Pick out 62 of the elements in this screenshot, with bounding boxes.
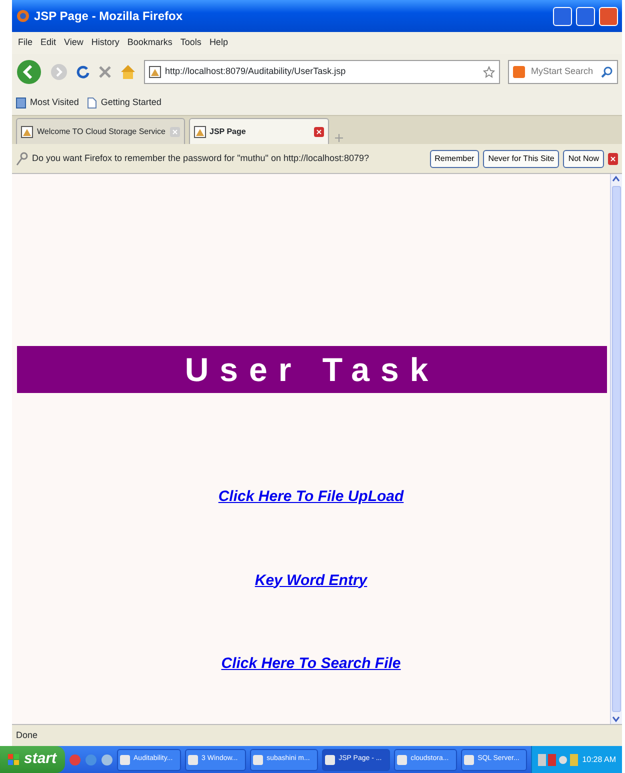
home-icon[interactable] — [120, 64, 136, 80]
app-icon — [120, 754, 130, 764]
menu-item[interactable]: Bookmarks — [123, 36, 176, 50]
maximize-button[interactable] — [576, 6, 595, 26]
notification-button[interactable]: Remember — [430, 150, 480, 168]
menu-item[interactable]: View — [60, 36, 88, 50]
key-icon — [16, 152, 28, 166]
scrollbar-thumb[interactable] — [612, 186, 621, 712]
bookmark-item[interactable]: Most Visited — [16, 96, 79, 110]
menu-item[interactable]: Edit — [36, 36, 60, 50]
close-icon[interactable] — [608, 152, 618, 164]
app-icon — [188, 754, 198, 764]
star-icon[interactable] — [483, 66, 495, 78]
bookmark-item[interactable]: Getting Started — [86, 96, 162, 110]
bookmark-label: Getting Started — [100, 96, 162, 109]
app-icon — [324, 754, 335, 764]
window-title: JSP Page - Mozilla Firefox — [34, 8, 184, 25]
close-button[interactable] — [599, 6, 618, 26]
search-icon[interactable] — [601, 66, 613, 78]
menu-item[interactable]: File — [14, 36, 37, 50]
page-link[interactable]: Key Word Entry — [254, 570, 368, 592]
back-icon[interactable] — [16, 59, 42, 85]
bookmark-label: Most Visited — [30, 96, 79, 109]
notification-button[interactable]: Never for This Site — [483, 150, 560, 168]
browser-icon[interactable] — [100, 754, 113, 766]
document-icon — [86, 96, 97, 108]
bookmark-folder-icon — [16, 96, 26, 108]
minimize-button[interactable] — [553, 6, 572, 26]
app-icon — [396, 754, 407, 764]
scrollbar[interactable] — [610, 174, 622, 724]
browser-tab[interactable]: Welcome TO Cloud Storage Service — [16, 118, 185, 144]
menu-item[interactable]: Tools — [176, 36, 206, 50]
scroll-down-icon[interactable] — [611, 714, 621, 724]
menu-item[interactable]: History — [87, 36, 124, 50]
url-text: http://localhost:8079/Auditability/UserTask.jsp — [165, 65, 347, 78]
browser-tab[interactable]: JSP Page — [188, 118, 329, 144]
tray-icons-drawing — [538, 754, 578, 766]
page-link[interactable]: Click Here To File UpLoad — [218, 486, 404, 508]
reload-icon[interactable] — [76, 65, 90, 79]
page-icon — [194, 126, 206, 138]
menu-item[interactable]: Help — [205, 36, 232, 50]
app-icon — [464, 754, 474, 764]
address-field[interactable]: http://localhost:8079/Auditability/UserTask.jsp — [144, 60, 500, 84]
scroll-up-icon[interactable] — [611, 174, 621, 184]
windows-logo-icon — [8, 754, 20, 766]
search-engine-icon — [513, 66, 525, 78]
clock: 10:28 AM — [582, 754, 616, 766]
tab-label: Welcome TO Cloud Storage Service — [37, 126, 166, 138]
search-field[interactable]: MyStart Search — [508, 60, 618, 84]
notification-text: Do you want Firefox to remember the password for "muthu" on http://localhost:8079? — [32, 152, 370, 165]
tab-label: JSP Page — [210, 126, 247, 138]
new-tab-icon[interactable] — [332, 132, 345, 144]
page-heading: User Task — [17, 346, 607, 393]
close-tab-icon[interactable] — [314, 126, 324, 136]
app-icon — [252, 754, 263, 764]
firefox-icon — [16, 9, 30, 23]
status-text: Done — [16, 728, 38, 742]
page-icon — [149, 66, 161, 78]
page-icon — [21, 126, 33, 138]
notification-button[interactable]: Not Now — [563, 150, 604, 168]
page-link[interactable]: Click Here To Search File — [221, 653, 401, 676]
stop-icon[interactable] — [98, 65, 112, 79]
